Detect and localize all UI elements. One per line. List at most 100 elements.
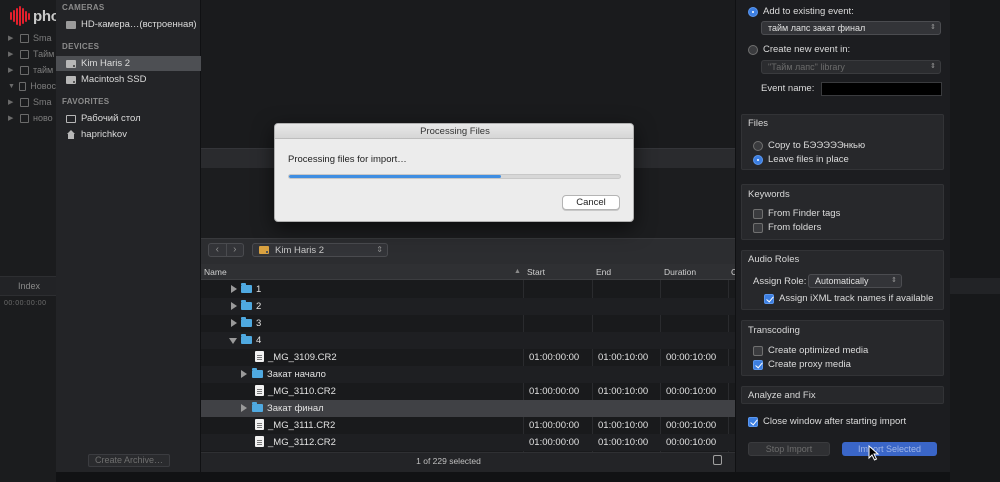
cancel-button[interactable]: Cancel xyxy=(562,195,620,210)
from-finder-tags-checkbox[interactable]: From Finder tags xyxy=(753,208,840,219)
selection-count: 1 of 229 selected xyxy=(416,456,481,466)
transcoding-header: Transcoding xyxy=(748,325,800,336)
chevron-up-down-icon: ⇕ xyxy=(930,24,936,31)
navigation-buttons: ‹ › xyxy=(208,243,244,257)
column-end[interactable]: End xyxy=(596,267,611,277)
audio-roles-header: Audio Roles xyxy=(748,254,800,265)
drive-icon xyxy=(66,75,76,84)
file-table: Name ▲ Start End Duration C 1 2 3 4 _MG_… xyxy=(201,264,735,452)
import-progress-bar xyxy=(288,174,621,179)
background-timeline-bar xyxy=(950,278,1000,294)
disclosure-triangle-icon[interactable] xyxy=(241,404,247,412)
folder-icon xyxy=(241,283,252,293)
create-optimized-checkbox[interactable]: Create optimized media xyxy=(753,345,868,356)
analyze-header: Analyze and Fix xyxy=(748,390,816,401)
bg-library-row: ▶ тайм xyxy=(8,65,54,75)
table-row[interactable]: _MG_3110.CR2 01:00:00:00 01:00:10:00 00:… xyxy=(201,383,735,400)
image-file-icon xyxy=(255,351,264,362)
import-sidebar: CAMERAS HD-камера…(встроенная) DEVICES K… xyxy=(56,0,201,472)
disclosure-triangle-icon[interactable] xyxy=(241,370,247,378)
camera-icon xyxy=(66,20,76,29)
dialog-message: Processing files for import… xyxy=(288,154,407,165)
keywords-header: Keywords xyxy=(748,189,790,200)
folder-icon xyxy=(252,368,263,378)
drive-icon xyxy=(259,246,269,254)
column-start[interactable]: Start xyxy=(527,267,545,277)
clip-appearance-icon[interactable] xyxy=(713,455,722,465)
create-archive-button[interactable]: Create Archive… xyxy=(88,454,170,467)
favorites-header: FAVORITES xyxy=(62,97,110,106)
chevron-up-down-icon: ⇕ xyxy=(891,277,897,284)
stop-import-button[interactable]: Stop Import xyxy=(748,442,830,456)
bg-timecodes: 00:00:00:00 xyxy=(4,300,47,307)
cameras-header: CAMERAS xyxy=(62,3,105,12)
assign-role-label: Assign Role: xyxy=(753,276,807,287)
import-selected-button[interactable]: Import Selected xyxy=(842,442,937,456)
sort-ascending-icon: ▲ xyxy=(514,268,521,275)
dialog-title: Processing Files xyxy=(275,124,633,139)
logo-bars-icon xyxy=(10,6,30,26)
from-folders-checkbox[interactable]: From folders xyxy=(753,222,821,233)
create-proxy-checkbox[interactable]: Create proxy media xyxy=(753,359,851,370)
table-row[interactable]: 4 xyxy=(201,332,735,349)
table-row[interactable]: _MG_3111.CR2 01:00:00:00 01:00:10:00 00:… xyxy=(201,417,735,434)
disclosure-open-icon[interactable] xyxy=(229,338,237,344)
image-file-icon xyxy=(255,385,264,396)
back-button[interactable]: ‹ xyxy=(209,244,226,256)
column-name[interactable]: Name xyxy=(204,267,227,277)
column-duration[interactable]: Duration xyxy=(664,267,696,277)
sidebar-item-desktop[interactable]: Рабочий стол xyxy=(56,111,201,126)
files-header: Files xyxy=(748,118,769,129)
copy-to-library-radio[interactable]: Copy to БЭЭЭЭЭнкью xyxy=(753,140,865,151)
event-name-input[interactable] xyxy=(821,82,942,96)
processing-files-dialog: Processing Files Processing files for im… xyxy=(274,123,634,222)
table-row[interactable]: 1 xyxy=(201,281,735,298)
home-icon xyxy=(66,130,76,139)
event-name-label: Event name: xyxy=(761,83,815,94)
create-new-event-radio[interactable]: Create new event in: xyxy=(748,44,850,55)
table-row[interactable]: _MG_3112.CR2 01:00:00:00 01:00:10:00 00:… xyxy=(201,434,735,451)
folder-icon xyxy=(241,317,252,327)
assign-ixml-checkbox[interactable]: Assign iXML track names if available xyxy=(764,293,933,304)
disclosure-triangle-icon[interactable] xyxy=(231,319,237,327)
image-file-icon xyxy=(255,436,264,447)
desktop-icon xyxy=(66,114,76,123)
folder-icon xyxy=(241,334,252,344)
table-row[interactable]: _MG_3109.CR2 01:00:00:00 01:00:10:00 00:… xyxy=(201,349,735,366)
devices-header: DEVICES xyxy=(62,42,100,51)
disclosure-triangle-icon[interactable] xyxy=(231,285,237,293)
sidebar-item-camera[interactable]: HD-камера…(встроенная) xyxy=(56,17,201,32)
table-header: Name ▲ Start End Duration C xyxy=(201,264,735,280)
bg-library-row: ▶ Тайм xyxy=(8,49,55,59)
bg-index-tab: Index xyxy=(0,276,56,296)
chevron-up-down-icon: ⇕ xyxy=(376,245,383,254)
location-popup[interactable]: Kim Haris 2 ⇕ xyxy=(252,243,388,257)
bg-library-row: ▼ Новос xyxy=(8,81,56,91)
drive-icon xyxy=(66,59,76,68)
table-row[interactable]: Закат начало xyxy=(201,366,735,383)
background-timeline-edge xyxy=(950,0,1000,482)
pointer-cursor-icon xyxy=(868,445,880,461)
bg-library-row: ▶ Sma xyxy=(8,33,52,43)
chevron-up-down-icon: ⇕ xyxy=(930,63,936,70)
table-row[interactable]: 3 xyxy=(201,315,735,332)
folder-icon xyxy=(241,300,252,310)
forward-button[interactable]: › xyxy=(225,244,244,256)
existing-event-popup[interactable]: тайм лапс закат финал ⇕ xyxy=(761,21,941,35)
bg-library-row: ▶ Sma xyxy=(8,97,52,107)
close-window-checkbox[interactable]: Close window after starting import xyxy=(748,416,906,427)
sidebar-item-home[interactable]: haprichkov xyxy=(56,127,201,142)
new-event-library-popup[interactable]: "Тайм лапс" library ⇕ xyxy=(761,60,941,74)
add-to-existing-radio[interactable]: Add to existing event: xyxy=(748,6,854,17)
progress-fill xyxy=(289,175,501,178)
bg-library-row: ▶ ново xyxy=(8,113,53,123)
table-row-selected[interactable]: Закат финал xyxy=(201,400,735,417)
sidebar-item-kim-haris[interactable]: Kim Haris 2 xyxy=(56,56,201,71)
table-row[interactable]: 2 xyxy=(201,298,735,315)
leave-files-in-place-radio[interactable]: Leave files in place xyxy=(753,154,849,165)
disclosure-triangle-icon[interactable] xyxy=(231,302,237,310)
image-file-icon xyxy=(255,419,264,430)
folder-icon xyxy=(252,402,263,412)
assign-role-popup[interactable]: Automatically ⇕ xyxy=(808,274,902,288)
sidebar-item-macintosh-ssd[interactable]: Macintosh SSD xyxy=(56,72,201,87)
